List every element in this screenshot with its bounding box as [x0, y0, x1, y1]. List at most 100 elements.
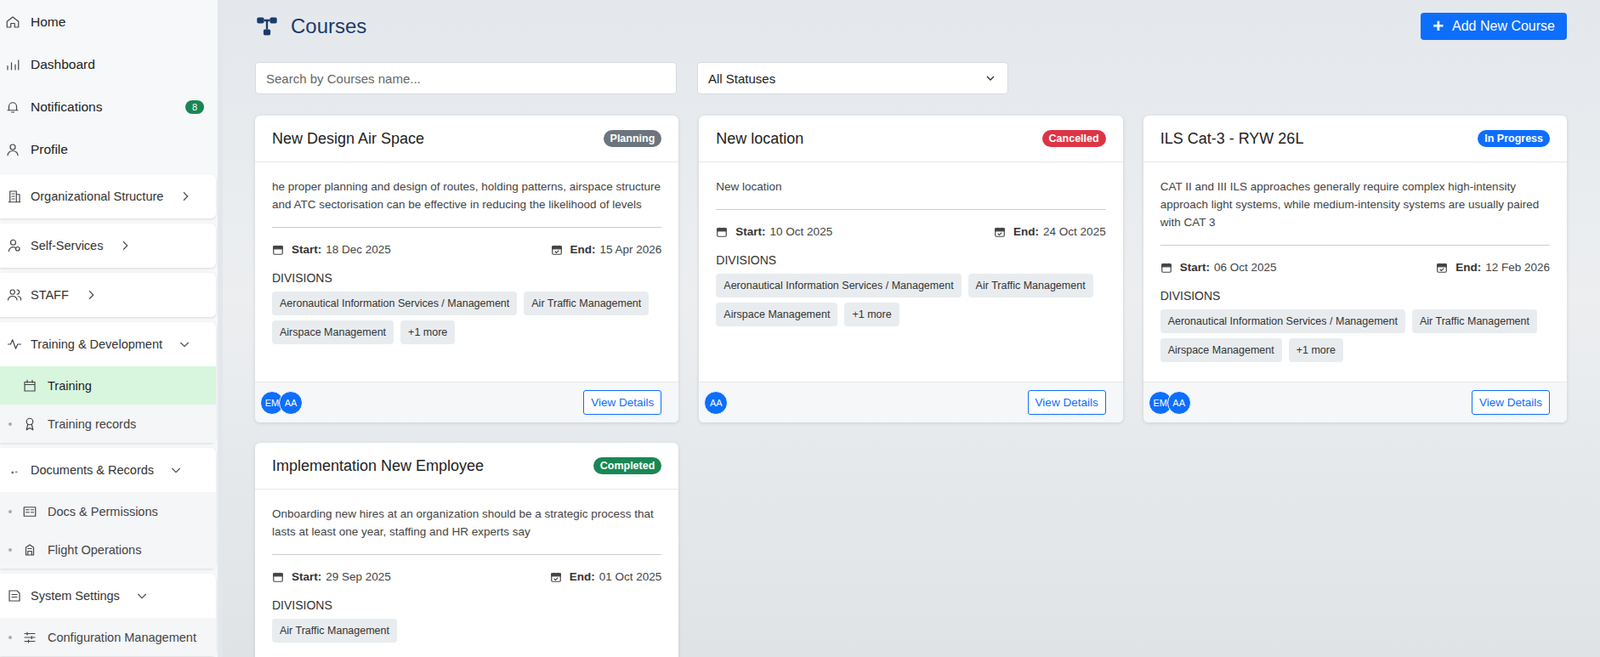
division-tags: Aeronautical Information Services / Mana… [272, 291, 662, 345]
avatar: AA [278, 391, 303, 415]
sidebar-group: STAFF [0, 272, 216, 318]
sidebar-label: Home [30, 14, 208, 30]
subitem-icon [22, 504, 38, 520]
group-icon [6, 336, 23, 352]
filter-bar: All Statuses [255, 62, 1567, 95]
more-tag[interactable]: +1 more [1288, 338, 1344, 363]
sidebar: Home Dashboard Notifications 8 Profile O… [0, 0, 223, 657]
sidebar-subitem[interactable]: Training [0, 366, 216, 405]
divisions-label: DIVISIONS [272, 598, 662, 613]
sidebar-group: System Settings Configuration Management [0, 573, 216, 657]
card-footer: AA View Details [698, 381, 1123, 423]
course-title: New Design Air Space [272, 130, 425, 148]
calendar-check-icon [550, 243, 563, 256]
card-footer: EMAA View Details [255, 381, 679, 423]
search-input[interactable] [255, 62, 677, 95]
group-icon [6, 238, 23, 254]
end-date: End: 12 Feb 2026 [1435, 260, 1550, 274]
sidebar-group-header[interactable]: Documents & Records [0, 448, 216, 493]
sidebar-group-header[interactable]: Organizational Structure [0, 174, 216, 219]
calendar-icon [272, 571, 284, 584]
sidebar-label: STAFF [30, 288, 69, 302]
course-description: CAT II and III ILS approaches generally … [1160, 177, 1550, 246]
chevron-icon [177, 337, 192, 352]
chevron-down-icon [983, 71, 998, 86]
sidebar-group-header[interactable]: Self-Services [0, 223, 216, 268]
page-title: Courses [290, 14, 367, 39]
chevron-icon [169, 463, 183, 477]
subitem-icon [22, 542, 38, 558]
sidebar-label: System Settings [30, 589, 120, 603]
start-date: Start: 06 Oct 2025 [1160, 260, 1277, 274]
divisions-label: DIVISIONS [715, 253, 1106, 267]
view-details-button[interactable]: View Details [583, 390, 662, 415]
sidebar-subitem[interactable]: Training records [0, 404, 216, 443]
status-select[interactable]: All Statuses [697, 62, 1009, 95]
sidebar-item[interactable]: Notifications 8 [0, 85, 216, 129]
sidebar-item[interactable]: Home [0, 0, 216, 44]
main-content: Courses + Add New Course All Statuses Ne… [222, 0, 1600, 657]
course-grid: New Design Air Space Planning he proper … [255, 115, 1567, 657]
sidebar-group-header[interactable]: Training & Development [0, 322, 216, 367]
status-badge: Completed [593, 457, 663, 475]
course-description: Onboarding new hires at an organization … [272, 504, 662, 556]
sitemap-icon [255, 14, 279, 39]
card-header: New Design Air Space Planning [255, 115, 679, 163]
sidebar-item[interactable]: Dashboard [0, 43, 216, 86]
date-row: Start: 06 Oct 2025 End: 12 Feb 2026 [1160, 260, 1550, 274]
nav-icon [5, 56, 21, 73]
start-date: Start: 10 Oct 2025 [715, 225, 833, 239]
add-course-button[interactable]: + Add New Course [1420, 12, 1567, 40]
division-tag: Airspace Management [1160, 338, 1283, 363]
course-description: he proper planning and design of routes,… [272, 177, 662, 228]
status-badge: In Progress [1477, 130, 1550, 148]
course-title: ILS Cat-3 - RYW 26L [1160, 130, 1305, 148]
more-tag[interactable]: +1 more [400, 320, 455, 345]
status-badge: Planning [603, 130, 663, 148]
sidebar-subitem[interactable]: Flight Operations [0, 530, 216, 569]
sidebar-subitem[interactable]: Docs & Permissions [0, 492, 216, 531]
course-description: New location [715, 177, 1106, 210]
start-date: Start: 29 Sep 2025 [272, 570, 392, 584]
group-icon [6, 462, 23, 478]
avatar-group: EMAA [260, 391, 298, 415]
course-card: Implementation New Employee Completed On… [255, 442, 679, 657]
avatar-group: AA [703, 391, 723, 415]
chevron-icon [135, 589, 149, 603]
sidebar-label: Notifications [30, 99, 176, 115]
nav-icon [5, 99, 21, 115]
group-icon [6, 188, 23, 205]
bullet-dot [8, 635, 12, 640]
chevron-icon [84, 288, 98, 302]
bullet-dot [8, 510, 12, 514]
division-tag: Aeronautical Information Services / Mana… [715, 273, 961, 298]
end-date: End: 15 Apr 2026 [550, 243, 663, 256]
more-tag[interactable]: +1 more [844, 302, 899, 327]
division-tag: Air Traffic Management [523, 291, 649, 316]
sidebar-group: Organizational Structure [0, 174, 216, 219]
card-body: Onboarding new hires at an organization … [255, 489, 679, 657]
view-details-button[interactable]: View Details [1471, 390, 1550, 415]
avatar-group: EMAA [1148, 391, 1186, 415]
status-badge: Cancelled [1042, 130, 1107, 148]
sidebar-item[interactable]: Profile [0, 128, 216, 171]
sidebar-label: Documents & Records [30, 463, 154, 477]
divisions-label: DIVISIONS [1160, 289, 1550, 303]
subitem-icon [22, 378, 38, 394]
view-details-button[interactable]: View Details [1027, 390, 1107, 415]
division-tag: Aeronautical Information Services / Mana… [1160, 309, 1406, 334]
sidebar-subitem[interactable]: Configuration Management [0, 618, 216, 657]
sidebar-label: Training records [47, 417, 137, 432]
division-tag: Air Traffic Management [1412, 309, 1538, 334]
end-date: End: 01 Oct 2025 [550, 570, 663, 584]
card-body: New location Start: 10 Oct 2025 End: 24 … [698, 162, 1123, 342]
division-tag: Airspace Management [272, 320, 394, 345]
sidebar-label: Profile [30, 141, 208, 158]
sidebar-group: Self-Services [0, 223, 216, 268]
avatar: AA [1167, 391, 1192, 415]
sidebar-group-header[interactable]: System Settings [0, 573, 216, 619]
subitem-icon [22, 416, 38, 432]
sidebar-group-header[interactable]: STAFF [0, 272, 216, 318]
chevron-icon [118, 238, 132, 253]
sidebar-group: Training & Development Training Training… [0, 322, 216, 443]
